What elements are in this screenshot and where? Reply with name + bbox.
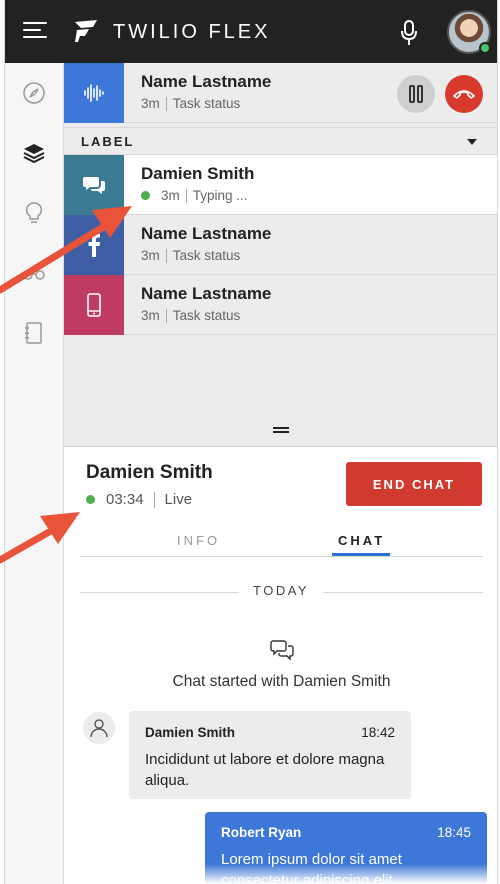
phone-icon	[87, 293, 101, 317]
task-name: Damien Smith	[141, 164, 255, 183]
chevron-down-icon[interactable]	[467, 139, 477, 145]
chat-duration: 03:34	[106, 491, 144, 508]
lightbulb-icon[interactable]	[22, 201, 46, 225]
task-meta: 3m Task status	[141, 248, 240, 263]
tab-info[interactable]: INFO	[177, 533, 220, 548]
task-tile	[64, 63, 124, 123]
notebook-icon[interactable]	[22, 321, 46, 345]
task-name: Name Lastname	[141, 224, 272, 243]
message-incoming: Damien Smith 18:42 Incididunt ut labore …	[129, 711, 411, 799]
task-meta: 3m Task status	[141, 96, 240, 111]
message-time: 18:42	[361, 725, 395, 740]
user-icon	[83, 712, 115, 744]
hangup-icon	[453, 90, 475, 100]
menu-icon[interactable]	[23, 22, 47, 40]
task-status: Typing ...	[192, 188, 248, 203]
task-time: 3m	[141, 96, 160, 111]
live-status-dot	[86, 495, 95, 504]
message-time: 18:45	[437, 825, 471, 840]
message-author: Robert Ryan	[221, 825, 302, 840]
task-time: 3m	[141, 308, 160, 323]
task-meta: 3m Typing ...	[141, 188, 248, 203]
layers-icon[interactable]	[22, 141, 46, 165]
chat-bubbles-icon	[270, 640, 294, 661]
task-tile	[64, 155, 124, 215]
customer-name: Damien Smith	[86, 462, 213, 483]
active-call-task[interactable]: Name Lastname 3m Task status	[64, 63, 497, 123]
task-item-sms[interactable]: Name Lastname 3m Task status	[64, 275, 497, 335]
brand-title: TWILIO FLEX	[113, 21, 271, 43]
task-tile	[64, 215, 124, 275]
side-nav	[5, 63, 64, 884]
scroll-fade	[64, 864, 497, 884]
panel-tabs: INFO CHAT	[80, 527, 483, 557]
hold-button[interactable]	[397, 75, 435, 113]
task-status: Task status	[172, 308, 241, 323]
facebook-icon	[88, 233, 100, 257]
message-text: Incididunt ut labore et dolore magna ali…	[145, 751, 385, 789]
task-name: Name Lastname	[141, 72, 272, 91]
end-chat-button[interactable]: END CHAT	[346, 462, 482, 506]
task-status: Task status	[172, 96, 241, 111]
glasses-icon[interactable]	[22, 261, 46, 285]
compass-icon[interactable]	[22, 81, 46, 105]
microphone-icon[interactable]	[399, 19, 419, 47]
tab-chat[interactable]: CHAT	[338, 533, 385, 548]
flex-app-frame: TWILIO FLEX Name Lastname 3m Task status…	[4, 0, 498, 884]
hangup-button[interactable]	[445, 75, 483, 113]
twilio-flex-logo	[75, 20, 97, 42]
task-tile	[64, 275, 124, 335]
chat-state: Live	[164, 491, 193, 508]
task-group-header[interactable]: LABEL	[64, 127, 497, 155]
chat-meta: 03:34 Live	[86, 491, 192, 508]
top-header: TWILIO FLEX	[5, 0, 497, 63]
task-time: 3m	[161, 188, 180, 203]
task-meta: 3m Task status	[141, 308, 240, 323]
active-tab-indicator	[332, 553, 390, 556]
day-divider-label: TODAY	[239, 583, 324, 598]
chat-panel: Damien Smith 03:34 Live END CHAT INFO CH…	[64, 446, 497, 884]
live-status-dot	[141, 191, 150, 200]
chat-started-notice: Chat started with Damien Smith	[172, 673, 391, 690]
task-list: Name Lastname 3m Task status LABEL Damie…	[64, 63, 497, 446]
task-group-label: LABEL	[81, 134, 135, 149]
task-name: Name Lastname	[141, 284, 272, 303]
pause-icon	[409, 85, 423, 103]
task-time: 3m	[141, 248, 160, 263]
chat-bubbles-icon	[83, 177, 105, 194]
task-status: Task status	[172, 248, 241, 263]
waveform-icon	[84, 84, 104, 102]
task-item-facebook[interactable]: Name Lastname 3m Task status	[64, 215, 497, 275]
message-author: Damien Smith	[145, 725, 236, 740]
task-item-damien-smith[interactable]: Damien Smith 3m Typing ...	[64, 155, 497, 215]
resize-handle[interactable]	[273, 427, 289, 433]
presence-indicator	[479, 42, 491, 54]
user-avatar[interactable]	[447, 10, 491, 54]
